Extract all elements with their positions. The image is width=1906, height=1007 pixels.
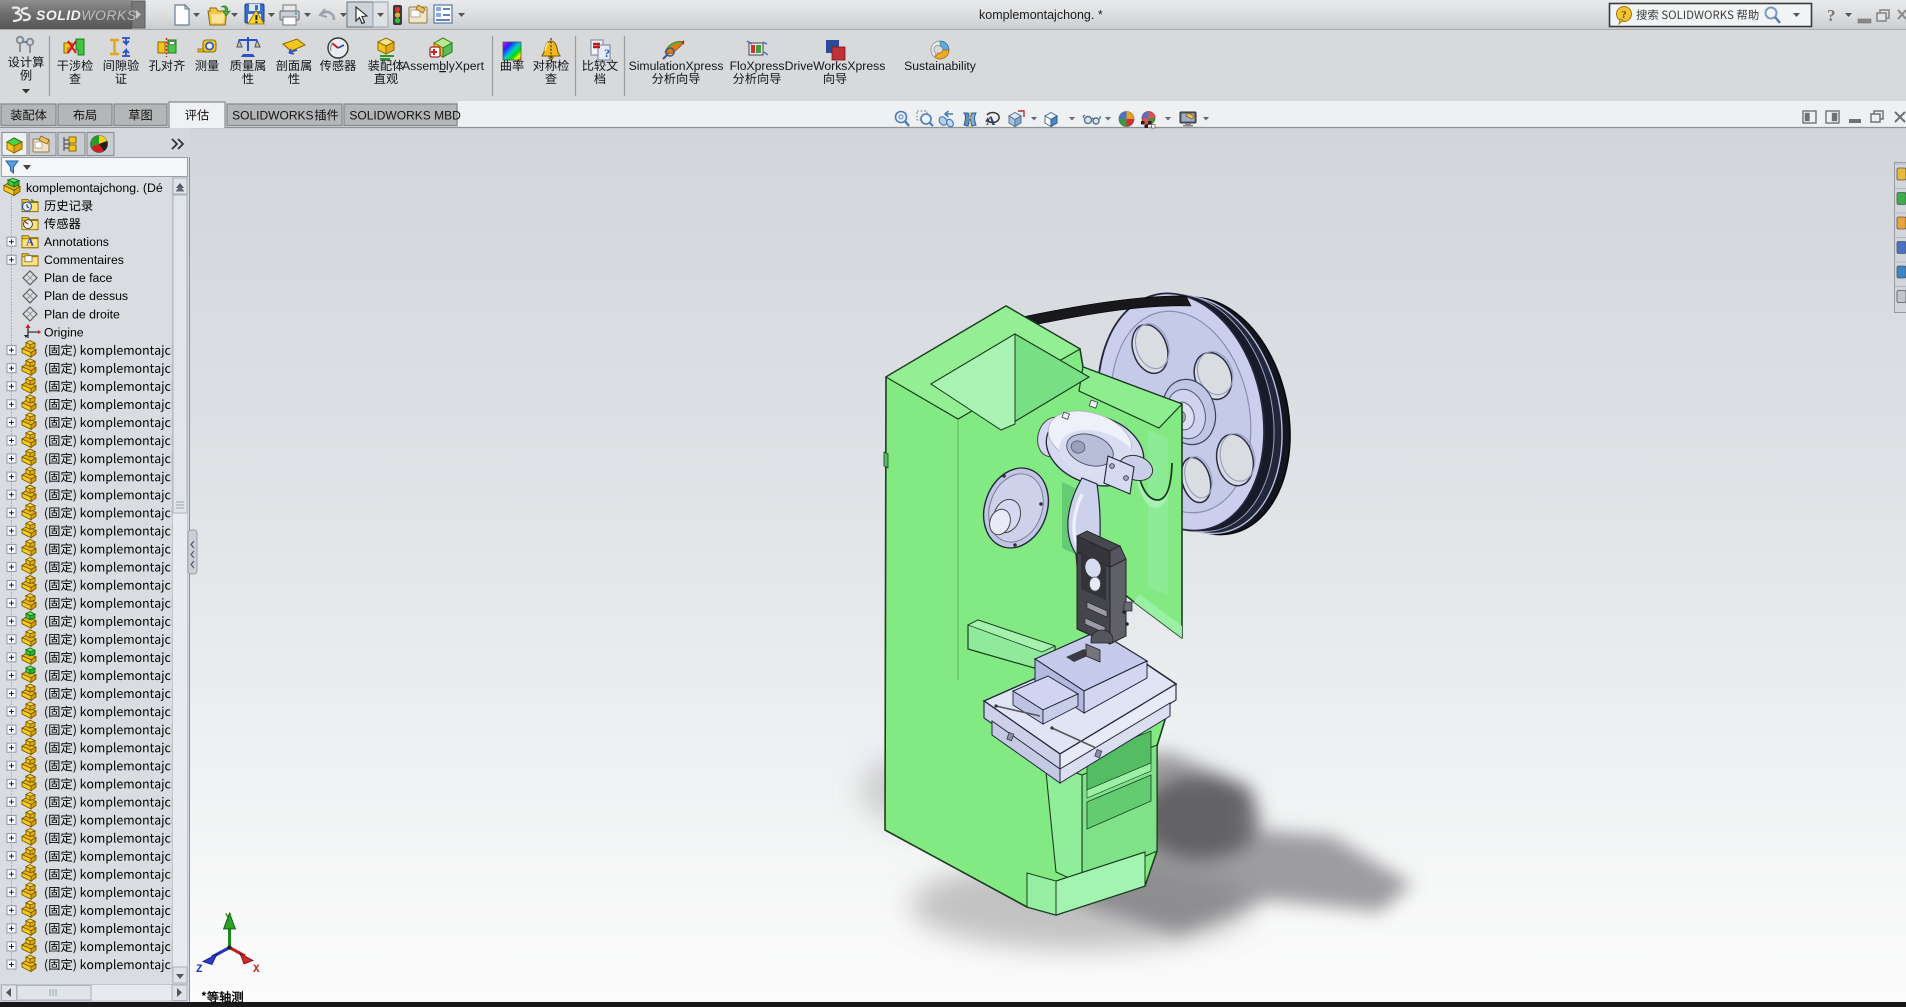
svg-text:DriveWorksXpress: DriveWorksXpress — [785, 59, 886, 73]
svg-text:FloXpress: FloXpress — [730, 59, 785, 73]
svg-text:Origine: Origine — [44, 325, 84, 339]
svg-text:Sustainability: Sustainability — [904, 59, 977, 73]
svg-text:A: A — [26, 237, 34, 249]
svg-text:?: ? — [1827, 6, 1836, 25]
svg-text:Plan de droite: Plan de droite — [44, 307, 120, 321]
svg-text:AssemblyXpert: AssemblyXpert — [402, 59, 485, 73]
svg-text:komplemontajchong. *: komplemontajchong. * — [979, 8, 1103, 22]
svg-text:?: ? — [1621, 9, 1627, 21]
svg-text:SOLIDWORKS: SOLIDWORKS — [232, 109, 313, 123]
svg-text:komplemontajchong. (Dé: komplemontajchong. (Dé — [26, 181, 163, 195]
svg-text:SOLIDWORKS: SOLIDWORKS — [36, 7, 137, 23]
svg-text:Z: Z — [196, 964, 203, 976]
svg-text:?: ? — [604, 46, 610, 60]
svg-text:Plan de face: Plan de face — [44, 271, 113, 285]
svg-text:SOLIDWORKS MBD: SOLIDWORKS MBD — [349, 109, 461, 123]
svg-text:Annotations: Annotations — [44, 235, 109, 249]
svg-text:Commentaires: Commentaires — [44, 253, 124, 267]
svg-text:Y: Y — [225, 913, 232, 925]
svg-text:X: X — [253, 964, 260, 976]
svg-text:SimulationXpress: SimulationXpress — [629, 59, 724, 73]
svg-text:Plan de dessus: Plan de dessus — [44, 289, 128, 303]
